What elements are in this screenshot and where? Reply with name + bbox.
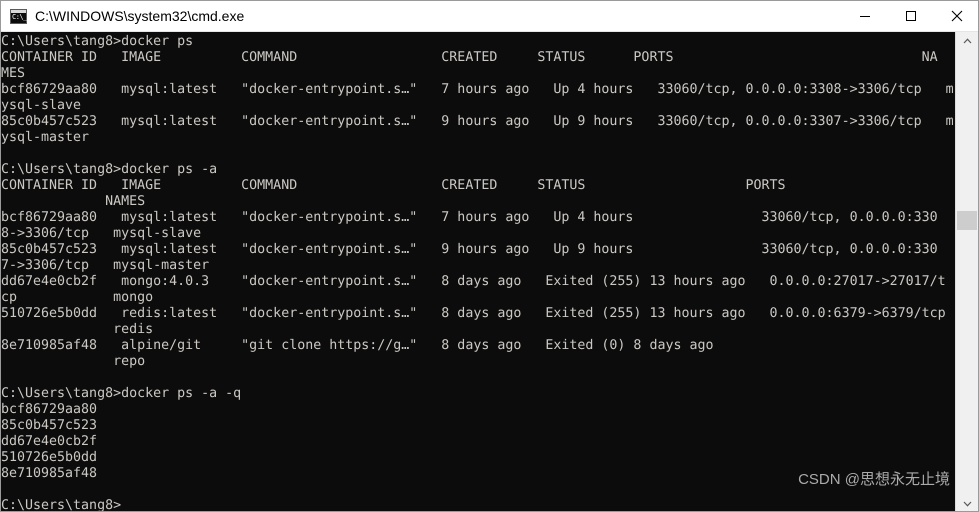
close-button[interactable]	[934, 1, 978, 31]
minimize-icon	[860, 16, 870, 17]
vertical-scrollbar[interactable]	[955, 32, 978, 511]
chevron-down-icon	[963, 501, 971, 507]
scroll-up-button[interactable]	[956, 32, 978, 50]
scrollbar-track[interactable]	[956, 50, 978, 495]
minimize-button[interactable]	[842, 1, 888, 31]
scrollbar-thumb[interactable]	[957, 211, 977, 230]
cmd-window: C:\_ C:\WINDOWS\system32\cmd.exe C:\User…	[0, 0, 979, 512]
icon-prompt-glyph: C:\_	[12, 12, 27, 21]
console-text: C:\Users\tang8>docker ps CONTAINER ID IM…	[1, 34, 954, 512]
close-icon	[951, 10, 963, 22]
terminal-output-area[interactable]: C:\Users\tang8>docker ps CONTAINER ID IM…	[1, 32, 957, 512]
maximize-button[interactable]	[888, 1, 934, 31]
scroll-down-button[interactable]	[956, 495, 978, 511]
window-controls	[842, 1, 978, 31]
window-title: C:\WINDOWS\system32\cmd.exe	[35, 8, 245, 24]
title-bar[interactable]: C:\_ C:\WINDOWS\system32\cmd.exe	[1, 1, 978, 32]
chevron-up-icon	[963, 38, 971, 44]
maximize-icon	[906, 11, 916, 21]
cmd-console-icon: C:\_	[10, 8, 27, 24]
